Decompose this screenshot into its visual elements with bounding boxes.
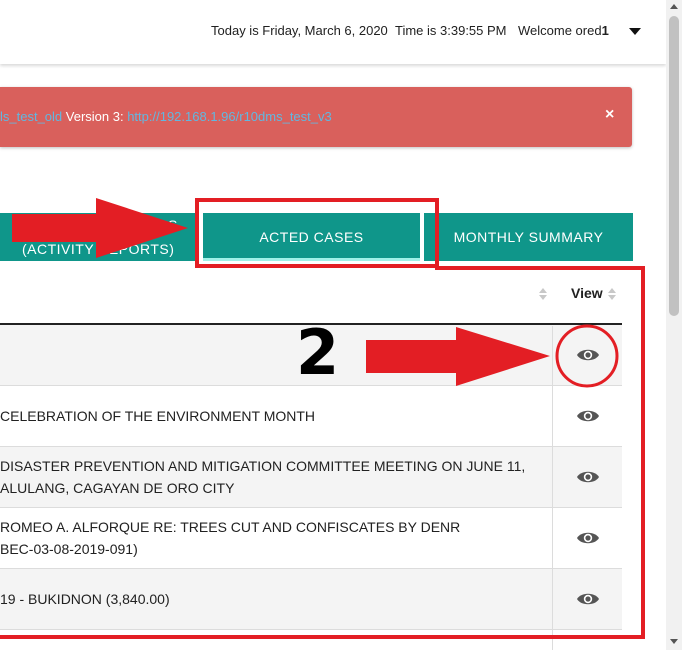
annotation-step-number: 2 xyxy=(296,316,340,389)
annotation-eye-circle xyxy=(555,324,619,388)
annotation-arrow-tab xyxy=(12,198,188,258)
annotation-overlay xyxy=(0,198,645,639)
annotation-tab-box xyxy=(195,198,439,268)
annotation-arrow-view xyxy=(366,327,550,386)
